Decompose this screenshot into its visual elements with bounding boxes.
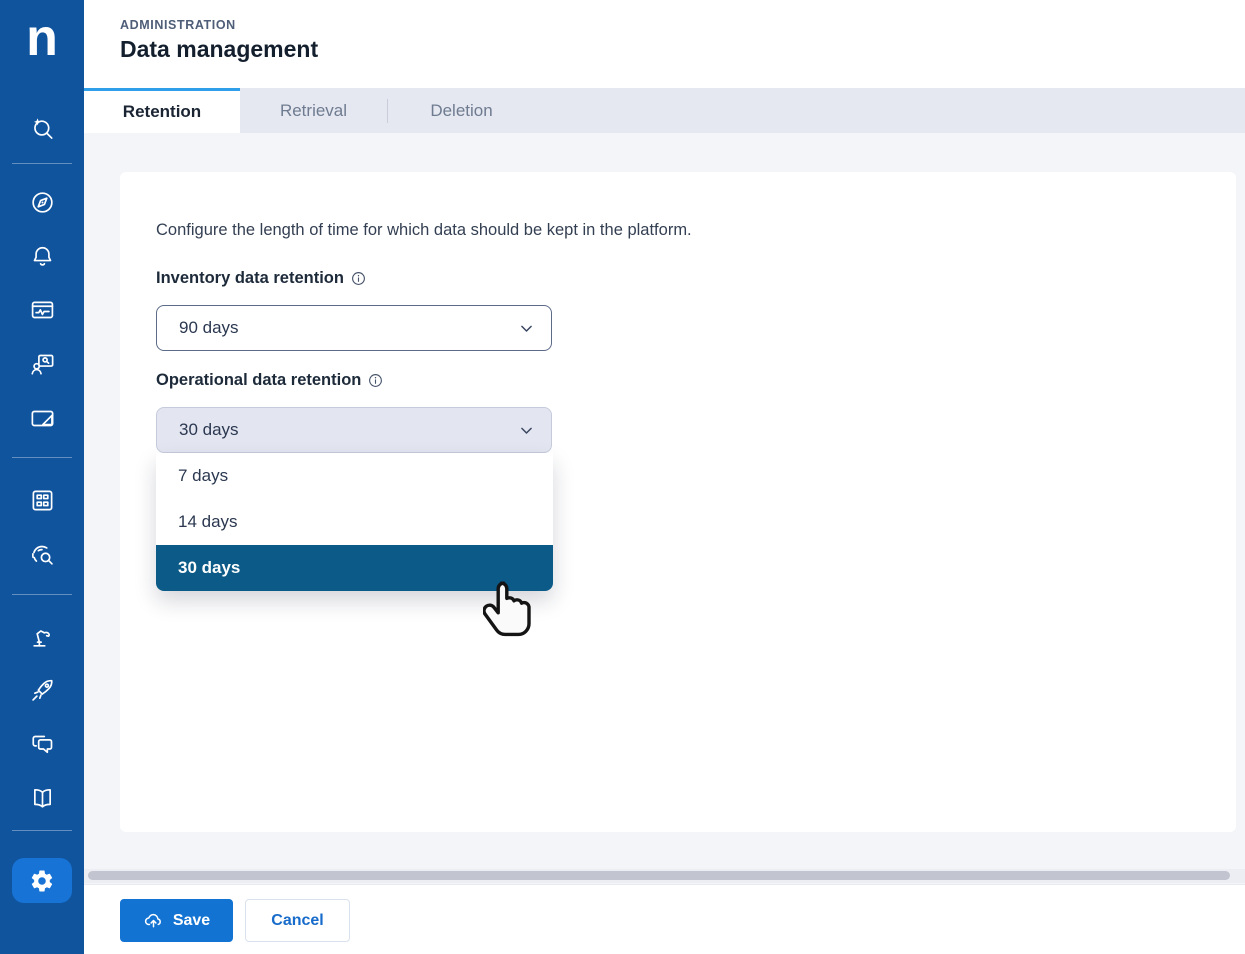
book-open-icon	[29, 785, 56, 812]
sidebar-divider	[12, 457, 72, 458]
app-logo[interactable]: n	[0, 6, 84, 70]
info-icon[interactable]	[367, 372, 384, 389]
card-edit-icon	[29, 405, 56, 432]
page-title: Data management	[120, 36, 318, 63]
page-header: ADMINISTRATION Data management	[84, 0, 1245, 88]
sidebar-divider	[12, 163, 72, 164]
action-bar: Save Cancel	[84, 884, 1245, 954]
breadcrumb: ADMINISTRATION	[120, 18, 236, 32]
gear-icon	[29, 868, 55, 894]
apps-grid-icon	[29, 487, 56, 514]
remote-session-icon	[29, 351, 56, 378]
sidebar-item-dashboard[interactable]	[0, 180, 84, 224]
operational-retention-label: Operational data retention	[156, 371, 384, 390]
menu-option-14-days[interactable]: 14 days	[156, 499, 553, 545]
retention-description: Configure the length of time for which d…	[156, 221, 692, 240]
operational-retention-select[interactable]: 30 days	[156, 407, 552, 453]
fingerprint-search-icon	[29, 542, 56, 569]
horizontal-scrollbar-thumb[interactable]	[88, 871, 1230, 880]
app-root: n	[0, 0, 1245, 954]
sidebar-item-settings[interactable]	[12, 858, 72, 903]
tab-retention[interactable]: Retention	[84, 88, 240, 133]
operational-retention-menu: 7 days 14 days 30 days	[156, 453, 553, 591]
sidebar: n	[0, 0, 84, 954]
tab-deletion[interactable]: Deletion	[388, 88, 535, 133]
menu-option-7-days[interactable]: 7 days	[156, 453, 553, 499]
monitor-activity-icon	[29, 297, 56, 324]
horizontal-scrollbar-track[interactable]	[84, 869, 1245, 883]
save-button-label: Save	[173, 912, 210, 930]
ai-search-icon	[29, 115, 56, 142]
chat-bubbles-icon	[29, 731, 56, 758]
menu-option-30-days[interactable]: 30 days	[156, 545, 553, 591]
save-button[interactable]: Save	[120, 899, 233, 942]
info-icon[interactable]	[350, 270, 367, 287]
rocket-icon	[29, 677, 56, 704]
sidebar-item-ticketing[interactable]	[0, 396, 84, 440]
sidebar-item-automation[interactable]	[0, 614, 84, 658]
sidebar-divider	[12, 594, 72, 595]
operational-retention-value: 30 days	[179, 420, 518, 440]
inventory-retention-value: 90 days	[179, 318, 518, 338]
cloud-upload-icon	[143, 910, 164, 931]
sidebar-item-investigate[interactable]	[0, 533, 84, 577]
inventory-retention-label: Inventory data retention	[156, 269, 367, 288]
sidebar-item-apps[interactable]	[0, 478, 84, 522]
sidebar-item-notifications[interactable]	[0, 234, 84, 278]
sidebar-divider	[12, 830, 72, 831]
chevron-down-icon	[518, 422, 535, 439]
sidebar-item-chat[interactable]	[0, 722, 84, 766]
retention-card: Configure the length of time for which d…	[120, 172, 1236, 832]
tab-bar: Retention Retrieval Deletion	[84, 88, 1245, 133]
sidebar-item-systems[interactable]	[0, 288, 84, 332]
bell-icon	[29, 243, 56, 270]
content-area: Configure the length of time for which d…	[84, 133, 1245, 884]
robot-arm-icon	[29, 623, 56, 650]
sidebar-item-getting-started[interactable]	[0, 668, 84, 712]
sidebar-item-ai-search[interactable]	[0, 106, 84, 150]
cancel-button[interactable]: Cancel	[245, 899, 350, 942]
inventory-retention-select[interactable]: 90 days	[156, 305, 552, 351]
sidebar-item-documentation[interactable]	[0, 776, 84, 820]
chevron-down-icon	[518, 320, 535, 337]
sidebar-item-remote-session[interactable]	[0, 342, 84, 386]
compass-icon	[29, 189, 56, 216]
tab-retrieval[interactable]: Retrieval	[240, 88, 387, 133]
